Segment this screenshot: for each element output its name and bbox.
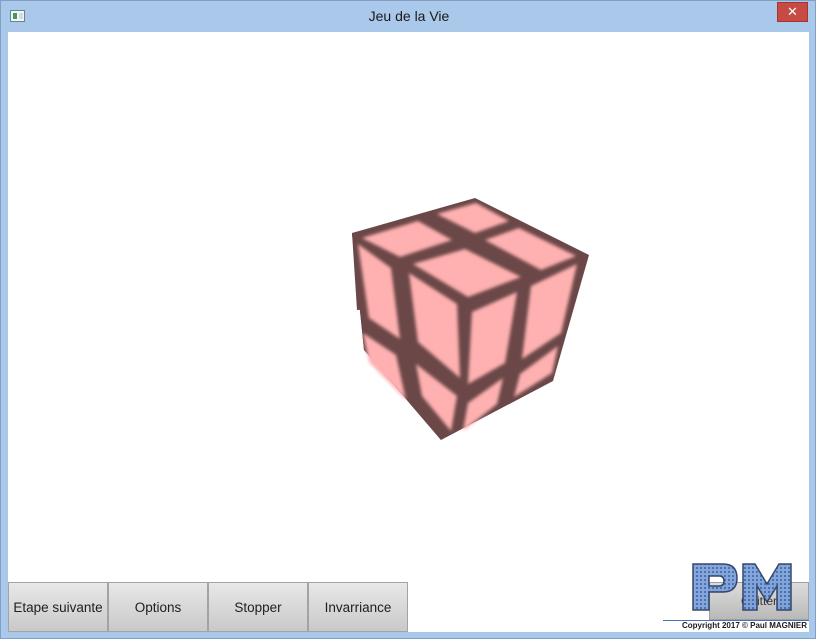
title-bar[interactable]: Jeu de la Vie ✕ xyxy=(1,1,816,31)
toolbar: Etape suivante Options Stopper Invarrian… xyxy=(8,582,408,632)
next-step-button[interactable]: Etape suivante xyxy=(8,582,108,632)
close-icon: ✕ xyxy=(787,4,798,19)
pm-logo xyxy=(692,563,792,611)
copyright-text: Copyright 2017 © Paul MAGNIER xyxy=(663,620,809,632)
close-button[interactable]: ✕ xyxy=(777,2,808,22)
render-area[interactable]: Etape suivante Options Stopper Invarrian… xyxy=(8,32,809,632)
app-window: Jeu de la Vie ✕ Etape suivante Options S… xyxy=(0,0,816,639)
options-button[interactable]: Options xyxy=(108,582,208,632)
cube-3d-view[interactable] xyxy=(8,32,809,632)
logo-area: Quitter Copyright 2017 © Paul MAGNIER xyxy=(663,552,809,632)
window-title: Jeu de la Vie xyxy=(368,8,450,24)
stop-button[interactable]: Stopper xyxy=(208,582,308,632)
invariance-button[interactable]: Invarriance xyxy=(308,582,408,632)
